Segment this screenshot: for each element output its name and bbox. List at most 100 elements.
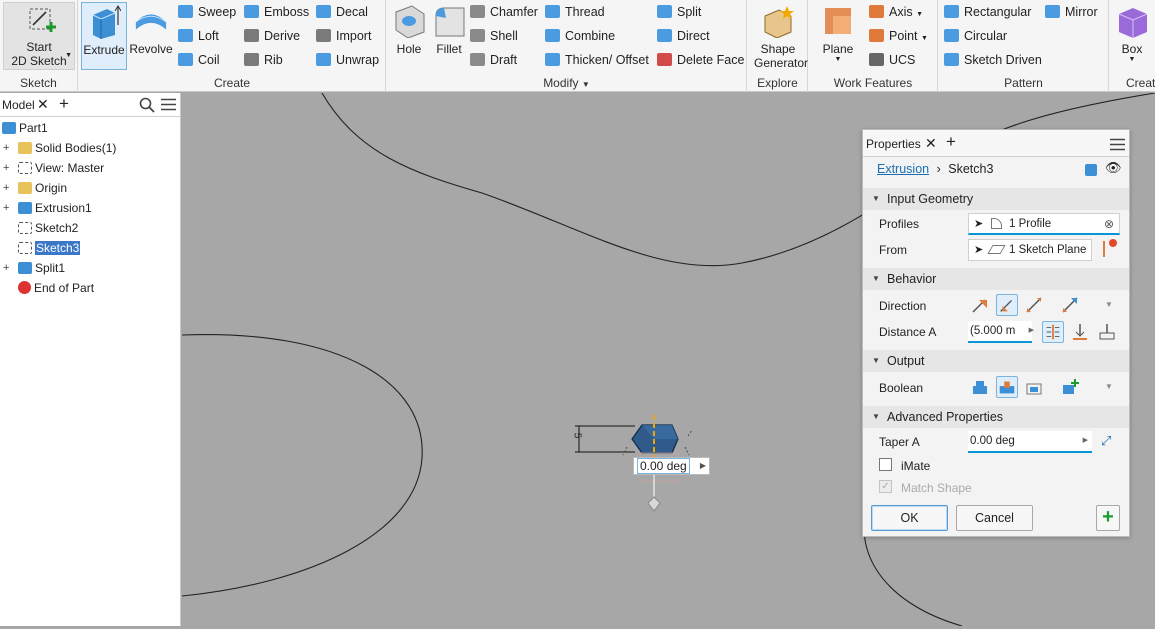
- thicken-offset-button[interactable]: Thicken/ Offset: [545, 50, 649, 70]
- distance-type-icon[interactable]: [1042, 321, 1064, 343]
- loft-button[interactable]: Loft: [178, 26, 219, 46]
- cancel-button[interactable]: Cancel: [956, 505, 1033, 531]
- draft-button[interactable]: Draft: [470, 50, 517, 70]
- eye-icon[interactable]: 👁: [1105, 160, 1122, 176]
- modify-panel-label[interactable]: Modify ▼: [387, 76, 746, 90]
- close-icon[interactable]: ✕: [37, 96, 49, 113]
- expand-icon[interactable]: +: [3, 202, 9, 214]
- section-output[interactable]: Output: [863, 350, 1129, 372]
- import-button[interactable]: Import: [316, 26, 371, 46]
- split-button[interactable]: Split: [657, 2, 701, 22]
- hole-button[interactable]: Hole: [389, 2, 429, 70]
- direction-symmetric-icon[interactable]: [1023, 294, 1045, 316]
- imate-label: iMate: [901, 459, 931, 473]
- plane-button[interactable]: Plane ▼: [815, 2, 861, 70]
- coil-button[interactable]: Coil: [178, 50, 220, 70]
- section-input-geometry[interactable]: Input Geometry: [863, 188, 1129, 210]
- add-tab-icon[interactable]: +: [946, 132, 956, 152]
- ucs-button[interactable]: UCS: [869, 50, 915, 70]
- menu-icon[interactable]: [1110, 138, 1125, 151]
- tree-item-end-of-part[interactable]: End of Part: [18, 278, 94, 298]
- decal-button[interactable]: Decal: [316, 2, 368, 22]
- circular-pattern-button[interactable]: Circular: [944, 26, 1007, 46]
- arrow-right-icon[interactable]: ▶: [700, 458, 706, 474]
- tab-properties[interactable]: Properties: [866, 137, 921, 151]
- tree-item-origin[interactable]: Origin: [18, 178, 67, 198]
- imate-checkbox[interactable]: [879, 458, 892, 471]
- tree-item-part1[interactable]: Part1: [2, 118, 48, 138]
- boolean-intersect-icon[interactable]: [1023, 376, 1045, 398]
- shell-button[interactable]: Shell: [470, 26, 518, 46]
- section-behavior[interactable]: Behavior: [863, 268, 1129, 290]
- tree-item-sketch2[interactable]: Sketch2: [18, 218, 78, 238]
- taper-value[interactable]: 0.00 deg: [637, 458, 690, 474]
- rib-button[interactable]: Rib: [244, 50, 283, 70]
- tree-item-view-master[interactable]: View: Master: [18, 158, 104, 178]
- direction-asymmetric-icon[interactable]: [1059, 294, 1081, 316]
- boolean-cut-icon[interactable]: [996, 376, 1018, 398]
- breadcrumb-extrusion-link[interactable]: Extrusion: [877, 162, 929, 176]
- arrow-right-icon[interactable]: ▶: [1083, 431, 1088, 451]
- direct-button[interactable]: Direct: [657, 26, 710, 46]
- box-button[interactable]: Box ▼: [1112, 2, 1152, 70]
- dropdown-arrow-icon[interactable]: ▼: [1105, 382, 1113, 391]
- expand-icon[interactable]: +: [3, 262, 9, 274]
- search-icon[interactable]: [139, 97, 155, 113]
- dropdown-arrow-icon[interactable]: ▼: [1105, 300, 1113, 309]
- add-tab-icon[interactable]: +: [59, 94, 69, 114]
- expand-icon[interactable]: +: [3, 182, 9, 194]
- mirror-button[interactable]: Mirror: [1045, 2, 1098, 22]
- arrow-right-icon[interactable]: ▶: [1029, 321, 1034, 341]
- taper-a-input[interactable]: 0.00 deg ▶: [968, 431, 1092, 453]
- delete-face-button[interactable]: Delete Face: [657, 50, 744, 70]
- combine-button[interactable]: Combine: [545, 26, 615, 46]
- tree-item-split1[interactable]: Split1: [18, 258, 65, 278]
- shape-generator-button[interactable]: Shape Generator: [754, 2, 808, 70]
- sweep-button[interactable]: Sweep: [178, 2, 236, 22]
- tree-item-sketch3[interactable]: Sketch3: [18, 238, 81, 258]
- expand-icon[interactable]: +: [3, 162, 9, 174]
- rectangular-pattern-button[interactable]: Rectangular: [944, 2, 1031, 22]
- axis-button[interactable]: Axis ▼: [869, 2, 923, 22]
- to-next-icon[interactable]: [1069, 321, 1091, 343]
- taper-input-minitoolbar[interactable]: 0.00 deg ▶: [633, 457, 710, 475]
- revolve-button[interactable]: Revolve: [129, 2, 173, 70]
- section-advanced-properties[interactable]: Advanced Properties: [863, 406, 1129, 428]
- close-icon[interactable]: ✕: [925, 135, 937, 152]
- clear-icon[interactable]: ⊗: [1104, 214, 1114, 234]
- ok-button[interactable]: OK: [871, 505, 948, 531]
- direction-default-icon[interactable]: [969, 294, 991, 316]
- start-sketch-label-1: Start: [26, 40, 52, 54]
- draft-icon: [470, 53, 485, 66]
- apply-plus-button[interactable]: +: [1096, 505, 1120, 531]
- fillet-button[interactable]: Fillet: [429, 2, 469, 70]
- chamfer-button[interactable]: Chamfer: [470, 2, 538, 22]
- match-shape-checkbox[interactable]: ✓: [879, 480, 892, 493]
- tab-model[interactable]: Model: [2, 98, 35, 112]
- derive-button[interactable]: Derive: [244, 26, 300, 46]
- direction-flipped-icon[interactable]: [996, 294, 1018, 316]
- hole-label: Hole: [396, 42, 422, 56]
- menu-icon[interactable]: [161, 98, 176, 111]
- from-selector[interactable]: ➤ 1 Sketch Plane: [968, 239, 1092, 261]
- flip-taper-icon[interactable]: ⤢: [1101, 433, 1111, 449]
- from-options-icon[interactable]: [1103, 239, 1119, 257]
- point-button[interactable]: Point ▼: [869, 26, 928, 46]
- explore-panel: Shape Generator Explore: [748, 0, 808, 92]
- sketch-driven-pattern-button[interactable]: Sketch Driven: [944, 50, 1042, 70]
- tree-item-extrusion1[interactable]: Extrusion1: [18, 198, 92, 218]
- extrude-button[interactable]: Extrude: [81, 2, 127, 70]
- start-2d-sketch-button[interactable]: Start 2D Sketch ▼: [3, 2, 75, 70]
- tree-item-solid-bodies[interactable]: Solid Bodies(1): [18, 138, 116, 158]
- unwrap-button[interactable]: Unwrap: [316, 50, 379, 70]
- decal-label: Decal: [336, 5, 368, 19]
- distance-a-input[interactable]: (5.000 m ▶: [968, 321, 1034, 343]
- boolean-join-icon[interactable]: [969, 376, 991, 398]
- thread-button[interactable]: Thread: [545, 2, 605, 22]
- new-solid-icon[interactable]: [1059, 376, 1081, 398]
- through-all-icon[interactable]: [1096, 321, 1118, 343]
- profiles-selector[interactable]: ➤ 1 Profile ⊗: [968, 213, 1120, 235]
- emboss-button[interactable]: Emboss: [244, 2, 309, 22]
- expand-icon[interactable]: +: [3, 142, 9, 154]
- dimension-value[interactable]: 5: [571, 433, 582, 439]
